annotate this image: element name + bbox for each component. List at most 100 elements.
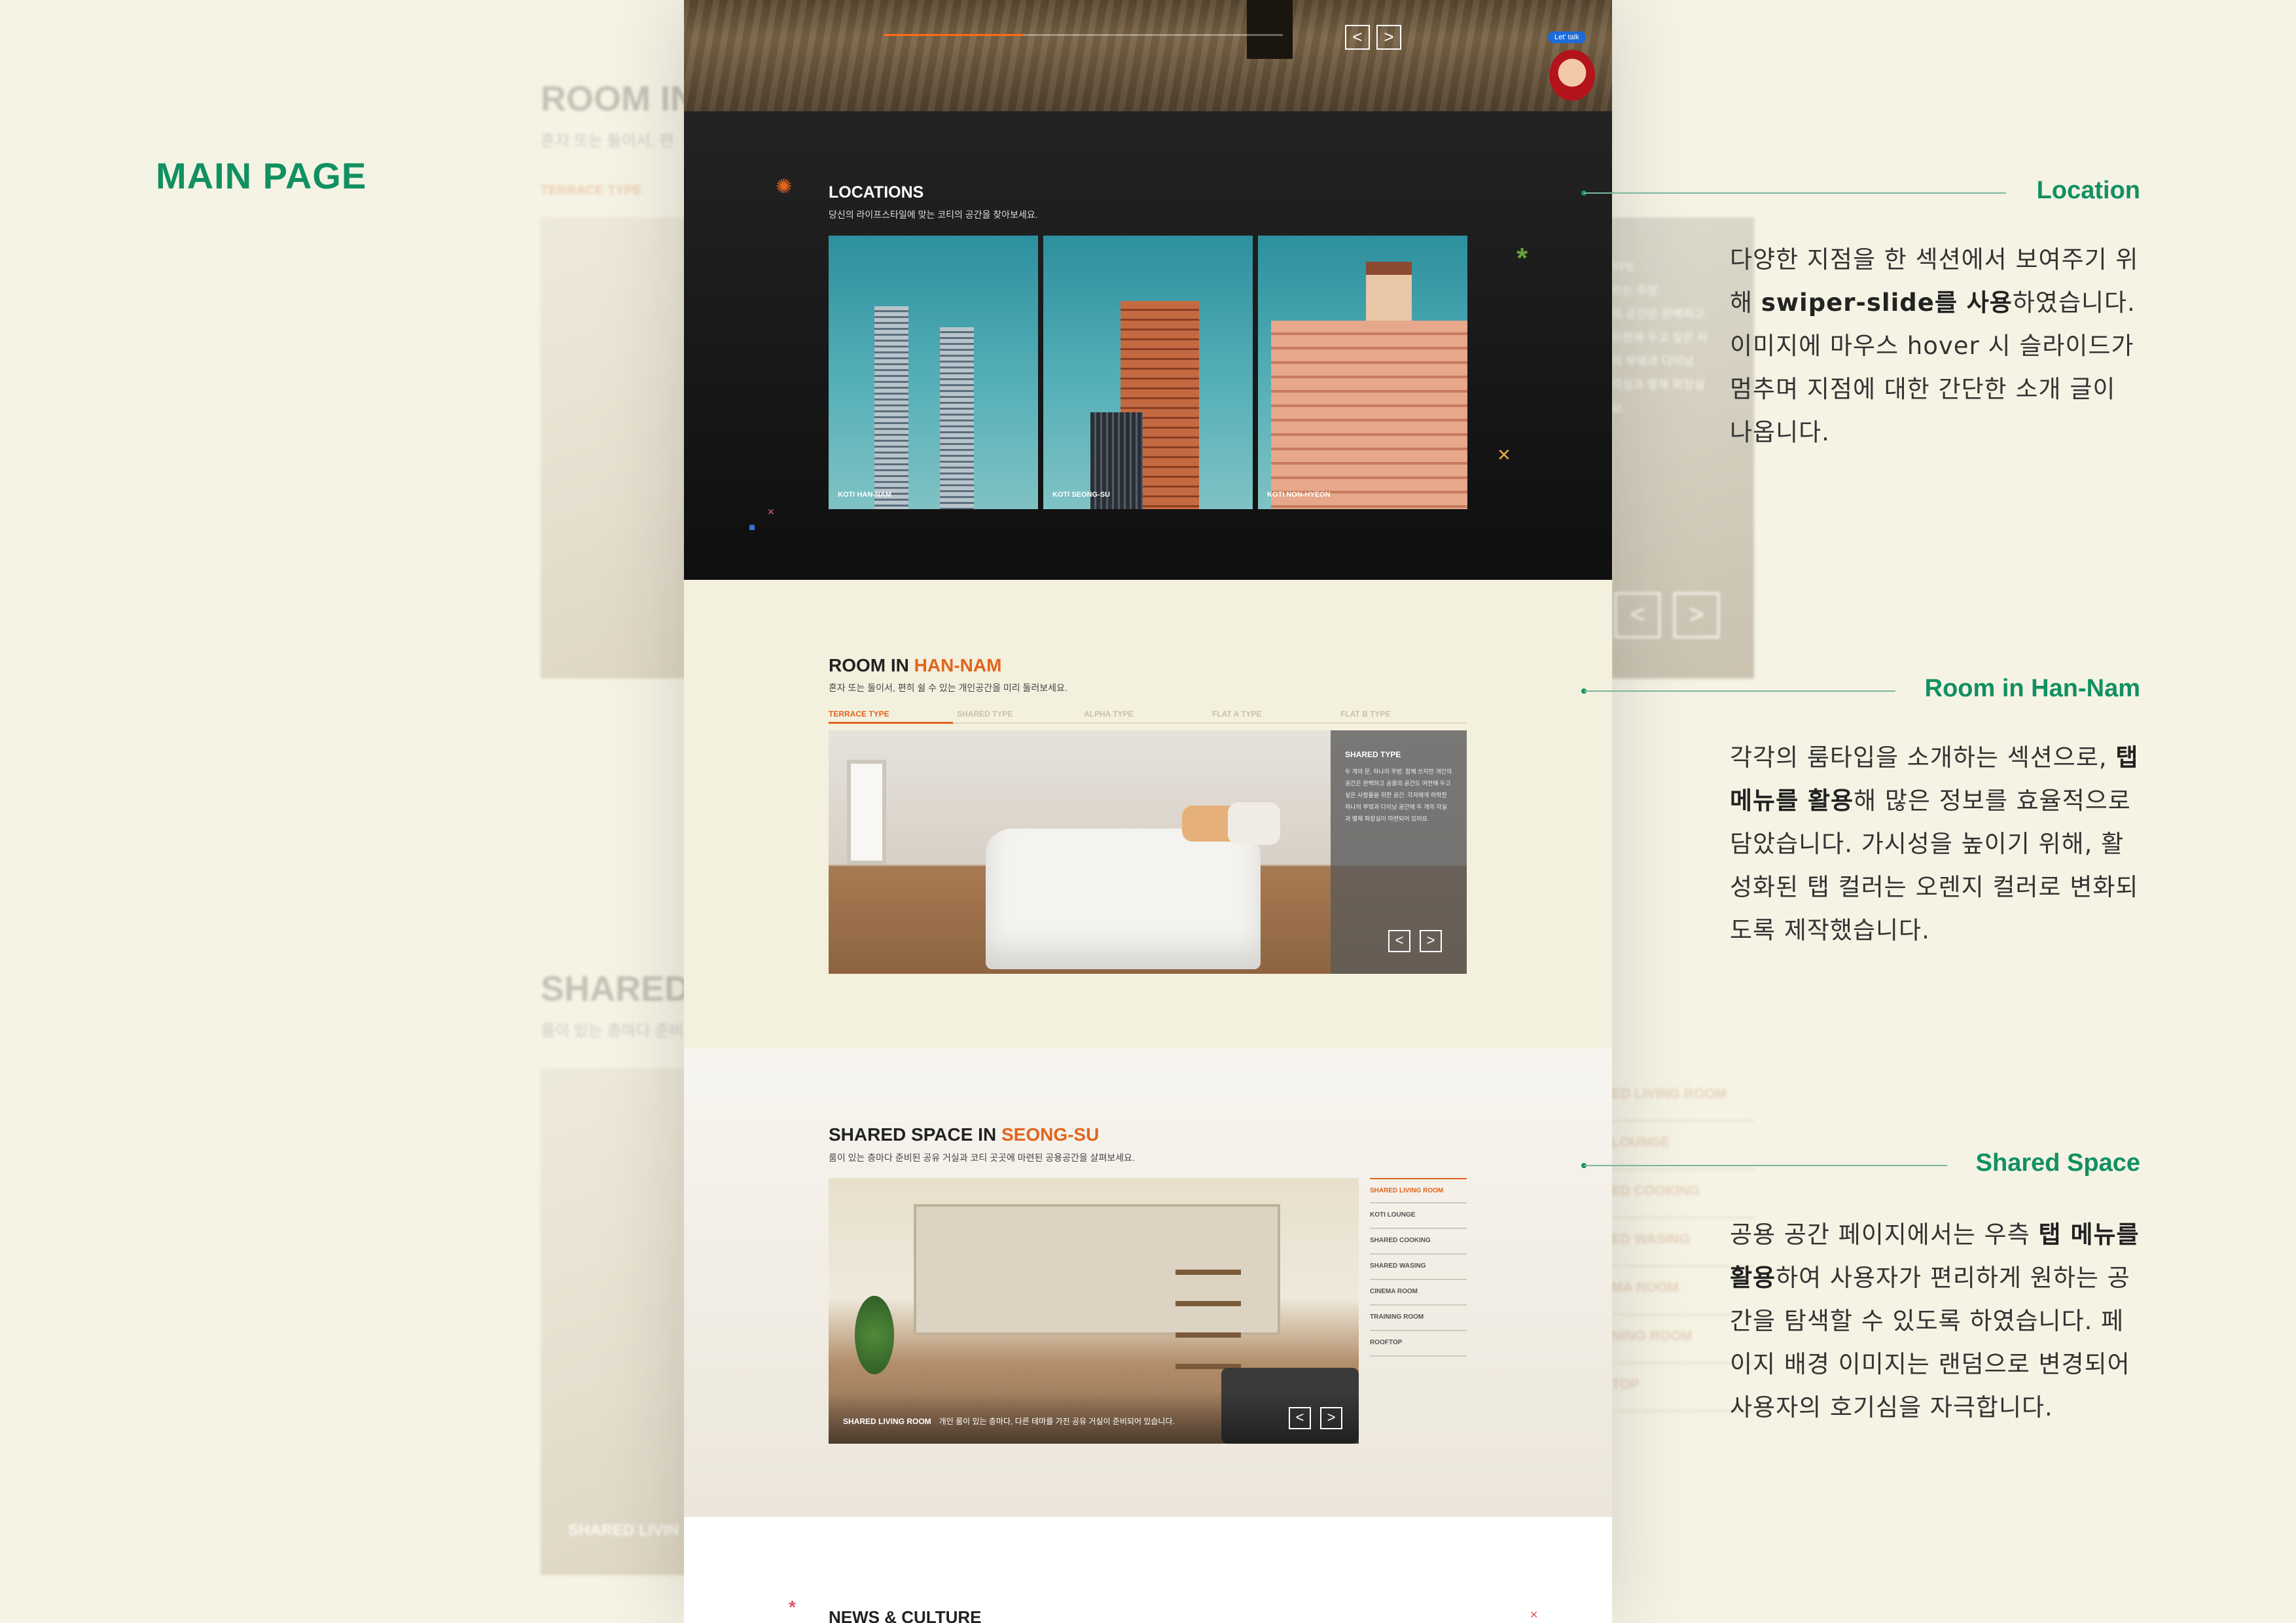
annotation-title-shared: Shared Space bbox=[1975, 1149, 2140, 1177]
annotation-body-location: 다양한 지점을 한 섹션에서 보여주기 위해 swiper-slide를 사용하… bbox=[1730, 238, 2142, 454]
annotation-line bbox=[1584, 192, 2006, 194]
room-prev-button[interactable]: < bbox=[1388, 930, 1410, 952]
caption-text: 개인 룸이 있는 층마다, 다른 테마를 가진 공유 거실이 준비되어 있습니다… bbox=[939, 1417, 1175, 1426]
active-tab-indicator bbox=[829, 722, 953, 724]
menu-shared-wasing[interactable]: SHARED WASING bbox=[1370, 1255, 1467, 1280]
body-text: 공용 공간 페이지에서는 우측 bbox=[1730, 1221, 2039, 1249]
sparkle-icon: ✺ bbox=[776, 176, 793, 198]
peek-item: ED COOKING bbox=[1611, 1170, 1754, 1219]
hero-prev-button[interactable]: < bbox=[1345, 25, 1370, 50]
backdrop-room-sub: 혼자 또는 둘이서, 편 bbox=[541, 132, 674, 150]
shared-title: SHARED SPACE IN SEONG-SU bbox=[829, 1124, 1099, 1145]
annotation-title-room: Room in Han-Nam bbox=[1924, 675, 2140, 702]
room-pillow bbox=[1228, 802, 1280, 845]
backdrop-shared-title: SHARED bbox=[541, 969, 691, 1008]
locations-title: LOCATIONS bbox=[829, 183, 924, 202]
location-label: KOTI HAN-NAM bbox=[838, 491, 891, 499]
tower-brick bbox=[1271, 321, 1467, 509]
room-title: ROOM IN HAN-NAM bbox=[829, 655, 1001, 676]
peek-line: 쓰현해 두고 싶은 사 bbox=[1611, 331, 1708, 344]
room-next-button[interactable]: > bbox=[1420, 930, 1442, 952]
backdrop-next-icon: > bbox=[1674, 592, 1719, 638]
small-cross-icon: ✕ bbox=[1530, 1610, 1539, 1621]
backdrop-shared-caption: SHARED LIVIN bbox=[568, 1522, 679, 1539]
hero-image bbox=[684, 0, 1612, 111]
menu-cinema-room[interactable]: CINEMA ROOM bbox=[1370, 1280, 1467, 1306]
shared-menu: SHARED LIVING ROOM KOTI LOUNGE SHARED CO… bbox=[1370, 1178, 1467, 1357]
location-card[interactable]: KOTI HAN-NAM bbox=[829, 236, 1038, 509]
news-section: * ✕ NEWS & CULTURE bbox=[684, 1517, 1612, 1623]
room-bed bbox=[986, 829, 1261, 969]
hero-progress bbox=[884, 34, 1283, 36]
annotation-line bbox=[1584, 690, 1895, 692]
location-label: KOTI NON-HYEON bbox=[1267, 491, 1331, 499]
menu-training-room[interactable]: TRAINING ROOM bbox=[1370, 1306, 1467, 1331]
overlay-text: 두 개의 문, 하나의 주방. 함께 쓰지만 개인의 공간은 완벽하고 공용의 … bbox=[1345, 768, 1452, 822]
hero-pole bbox=[1247, 0, 1293, 59]
room-title-accent: HAN-NAM bbox=[914, 655, 1002, 675]
star-icon: * bbox=[1516, 242, 1528, 274]
cross-icon: ✕ bbox=[1497, 445, 1511, 465]
room-section: ROOM IN HAN-NAM 혼자 또는 둘이서, 편히 쉴 수 있는 개인공… bbox=[684, 580, 1612, 1048]
locations-subtitle: 당신의 라이프스타일에 맞는 코티의 공간을 찾아보세요. bbox=[829, 209, 1038, 220]
tab-alpha-type[interactable]: ALPHA TYPE bbox=[1084, 709, 1134, 719]
annotation-line bbox=[1584, 1165, 1947, 1166]
hero-next-button[interactable]: > bbox=[1376, 25, 1401, 50]
plant bbox=[855, 1296, 894, 1374]
shared-image: SHARED LIVING ROOM 개인 룸이 있는 층마다, 다른 테마를 가… bbox=[829, 1178, 1359, 1444]
room-window bbox=[847, 760, 886, 865]
peek-item: ED LIVING ROOM bbox=[1611, 1073, 1754, 1122]
tab-shared-type[interactable]: SHARED TYPE bbox=[957, 709, 1013, 719]
room-title-prefix: ROOM IN bbox=[829, 655, 914, 675]
tab-flat-b-type[interactable]: FLAT B TYPE bbox=[1340, 709, 1390, 719]
peek-line: 쓰는 주방. bbox=[1611, 284, 1662, 297]
annotation-body-room: 각각의 룸타입을 소개하는 섹션으로, 탭 메뉴를 활용해 많은 정보를 효율적… bbox=[1730, 736, 2142, 952]
locations-section: ✺ * ✕ ✕ LOCATIONS 당신의 라이프스타일에 맞는 코티의 공간을… bbox=[684, 111, 1612, 580]
backdrop-terrace-tab: TERRACE TYPE bbox=[541, 183, 642, 198]
body-bold: swiper-slide를 사용 bbox=[1761, 289, 2013, 317]
backdrop-shared-sub: 룸이 있는 층마다 준비 bbox=[541, 1022, 684, 1040]
peek-line: 의 공간은 완벽하고 bbox=[1611, 308, 1705, 321]
room-subtitle: 혼자 또는 둘이서, 편히 쉴 수 있는 개인공간을 미리 둘러보세요. bbox=[829, 683, 1067, 693]
page-preview: < > Let' talk ✺ * ✕ ✕ LOCATIONS 당신의 라이프스… bbox=[684, 0, 1612, 1623]
body-text: 하여 사용자가 편리하게 원하는 공간을 탐색할 수 있도록 하였습니다. 페이… bbox=[1730, 1264, 2130, 1421]
peek-line: YPE bbox=[1611, 260, 1636, 274]
shared-next-button[interactable]: > bbox=[1320, 1407, 1342, 1429]
room-image: SHARED TYPE 두 개의 문, 하나의 주방. 함께 쓰지만 개인의 공… bbox=[829, 730, 1467, 974]
shared-section: SHARED SPACE IN SEONG-SU 룸이 있는 층마다 준비된 공… bbox=[684, 1048, 1612, 1517]
page-label: MAIN PAGE bbox=[156, 155, 367, 196]
hero-slider: < > Let' talk bbox=[684, 0, 1612, 111]
menu-shared-living-room[interactable]: SHARED LIVING ROOM bbox=[1370, 1178, 1467, 1204]
tab-flat-a-type[interactable]: FLAT A TYPE bbox=[1212, 709, 1262, 719]
location-card[interactable]: KOTI SEONG-SU bbox=[1043, 236, 1253, 509]
backdrop-shared-image bbox=[541, 1068, 698, 1575]
location-label: KOTI SEONG-SU bbox=[1052, 491, 1111, 499]
dot-icon bbox=[749, 525, 755, 530]
shared-title-prefix: SHARED SPACE IN bbox=[829, 1124, 1001, 1145]
menu-rooftop[interactable]: ROOFTOP bbox=[1370, 1331, 1467, 1357]
shared-subtitle: 룸이 있는 층마다 준비된 공유 거실과 코티 곳곳에 마련된 공용공간을 살펴… bbox=[829, 1152, 1135, 1163]
annotation-title-location: Location bbox=[2036, 177, 2140, 204]
backdrop-room-image bbox=[541, 217, 698, 679]
peek-line: 의 부엌과 다이닝 bbox=[1611, 355, 1694, 368]
small-cross-icon: ✕ bbox=[767, 507, 775, 517]
location-card[interactable]: KOTI NON-HYEON bbox=[1258, 236, 1467, 509]
asterisk-icon: * bbox=[789, 1597, 796, 1617]
tower-right bbox=[940, 327, 974, 509]
talk-badge[interactable]: Let' talk bbox=[1548, 31, 1586, 43]
news-title: NEWS & CULTURE bbox=[829, 1607, 982, 1623]
caption-title: SHARED LIVING ROOM bbox=[843, 1417, 931, 1426]
tab-terrace-type[interactable]: TERRACE TYPE bbox=[829, 709, 889, 719]
menu-koti-lounge[interactable]: KOTI LOUNGE bbox=[1370, 1204, 1467, 1229]
shared-caption: SHARED LIVING ROOM 개인 룸이 있는 층마다, 다른 테마를 가… bbox=[843, 1416, 1175, 1427]
peek-item: LOUNGE bbox=[1611, 1122, 1754, 1170]
menu-shared-cooking[interactable]: SHARED COOKING bbox=[1370, 1229, 1467, 1255]
shared-title-accent: SEONG-SU bbox=[1001, 1124, 1100, 1145]
tower-left bbox=[874, 306, 908, 509]
chat-avatar-icon[interactable] bbox=[1549, 50, 1595, 101]
room-tabs: TERRACE TYPE SHARED TYPE ALPHA TYPE FLAT… bbox=[829, 709, 1467, 724]
shared-prev-button[interactable]: < bbox=[1289, 1407, 1311, 1429]
body-text: 각각의 룸타입을 소개하는 섹션으로, bbox=[1730, 743, 2116, 772]
peek-line: 각실과 별채 화장실 bbox=[1611, 378, 1705, 391]
tower-clock bbox=[1366, 262, 1412, 321]
